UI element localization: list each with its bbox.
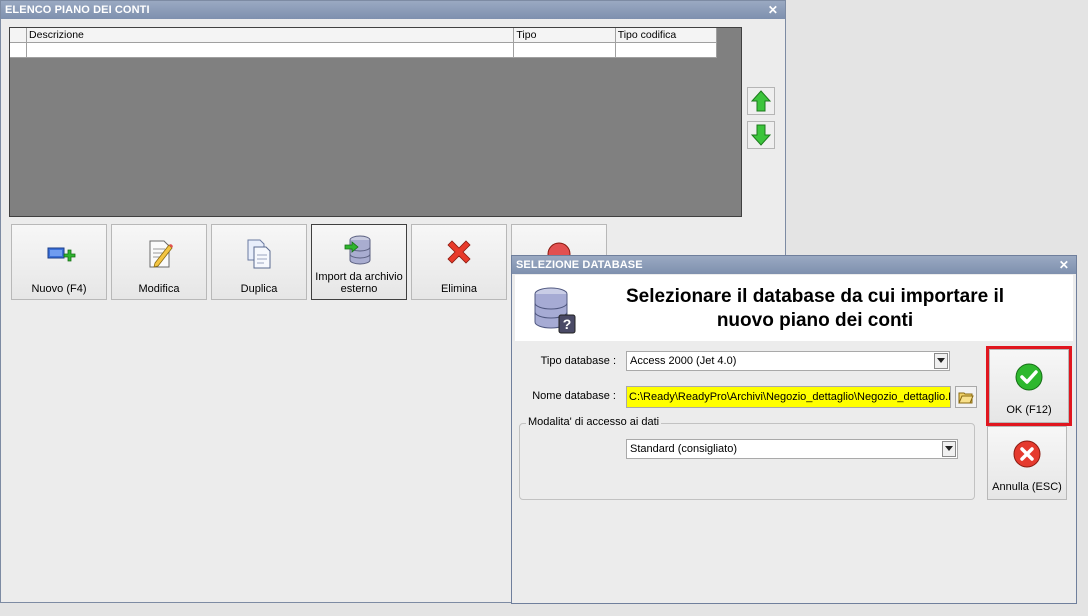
column-header-descrizione[interactable]: Descrizione xyxy=(26,28,515,43)
database-import-icon xyxy=(344,235,371,265)
database-help-icon: ? xyxy=(534,287,576,334)
arrow-down-icon xyxy=(751,124,771,146)
accounts-grid[interactable]: Descrizione Tipo Tipo codifica xyxy=(9,27,742,217)
grid-header-row: Descrizione Tipo Tipo codifica xyxy=(10,28,718,43)
modalita-accesso-value: Standard (consigliato) xyxy=(630,443,738,455)
elimina-label: Elimina xyxy=(440,283,478,295)
accesso-dati-legend: Modalita' di accesso ai dati xyxy=(526,416,662,428)
column-header-tipo-codifica[interactable]: Tipo codifica xyxy=(615,28,718,43)
selezione-database-dialog: SELEZIONE DATABASE ✕ ? Selezionare il da… xyxy=(511,255,1077,604)
grid-table: Descrizione Tipo Tipo codifica xyxy=(10,28,718,58)
tipo-database-label: Tipo database : xyxy=(540,355,616,367)
dialog-heading: Selezionare il database da cui importare… xyxy=(625,286,1005,331)
close-icon[interactable]: ✕ xyxy=(767,1,779,19)
nome-database-label: Nome database : xyxy=(532,390,616,402)
svg-text:?: ? xyxy=(563,316,572,332)
add-record-icon xyxy=(47,247,76,262)
edit-document-icon xyxy=(149,240,173,268)
elimina-button[interactable]: Elimina xyxy=(411,224,507,300)
tipo-database-value: Access 2000 (Jet 4.0) xyxy=(630,355,737,367)
annulla-button[interactable]: Annulla (ESC) xyxy=(987,426,1067,500)
cell-descrizione[interactable] xyxy=(26,42,515,58)
ok-button-highlight xyxy=(986,346,1072,426)
chevron-down-icon xyxy=(937,358,945,363)
cancel-icon xyxy=(1013,440,1041,468)
arrow-up-icon xyxy=(751,90,771,112)
delete-x-icon xyxy=(447,240,471,264)
dialog-header: ? Selezionare il database da cui importa… xyxy=(515,275,1073,341)
window-title: ELENCO PIANO DEI CONTI xyxy=(5,4,150,16)
table-row[interactable] xyxy=(10,42,718,58)
cell-tipo[interactable] xyxy=(513,42,616,58)
nuovo-button[interactable]: Nuovo (F4) xyxy=(11,224,107,300)
chevron-down-icon xyxy=(945,446,953,451)
dropdown-button[interactable] xyxy=(942,441,956,457)
modifica-button[interactable]: Modifica xyxy=(111,224,207,300)
window-title-bar[interactable]: ELENCO PIANO DEI CONTI ✕ xyxy=(1,1,785,19)
row-indicator-header xyxy=(10,28,28,43)
move-down-button[interactable] xyxy=(747,121,775,149)
dialog-title-bar[interactable]: SELEZIONE DATABASE ✕ xyxy=(512,256,1076,274)
column-header-tipo[interactable]: Tipo xyxy=(513,28,616,43)
nome-database-input[interactable]: C:\Ready\ReadyPro\Archivi\Negozio_dettag… xyxy=(626,386,951,408)
duplica-button[interactable]: Duplica xyxy=(211,224,307,300)
dropdown-button[interactable] xyxy=(934,353,948,369)
folder-open-icon xyxy=(958,392,974,404)
nuovo-label: Nuovo (F4) xyxy=(31,283,87,295)
cell-tipo-codifica[interactable] xyxy=(615,42,718,58)
tipo-database-select[interactable]: Access 2000 (Jet 4.0) xyxy=(626,351,950,371)
duplica-label: Duplica xyxy=(240,283,278,295)
dialog-title: SELEZIONE DATABASE xyxy=(516,259,643,271)
modalita-accesso-select[interactable]: Standard (consigliato) xyxy=(626,439,958,459)
import-label: Import da archivio esterno xyxy=(315,271,403,295)
move-up-button[interactable] xyxy=(747,87,775,115)
accesso-dati-group: Modalita' di accesso ai dati Standard (c… xyxy=(519,416,975,500)
duplicate-document-icon xyxy=(247,239,271,269)
import-button[interactable]: Import da archivio esterno xyxy=(311,224,407,300)
close-icon[interactable]: ✕ xyxy=(1058,256,1070,274)
browse-folder-button[interactable] xyxy=(955,386,977,408)
modifica-label: Modifica xyxy=(138,283,180,295)
row-indicator xyxy=(10,42,28,58)
annulla-label: Annulla (ESC) xyxy=(992,481,1062,493)
